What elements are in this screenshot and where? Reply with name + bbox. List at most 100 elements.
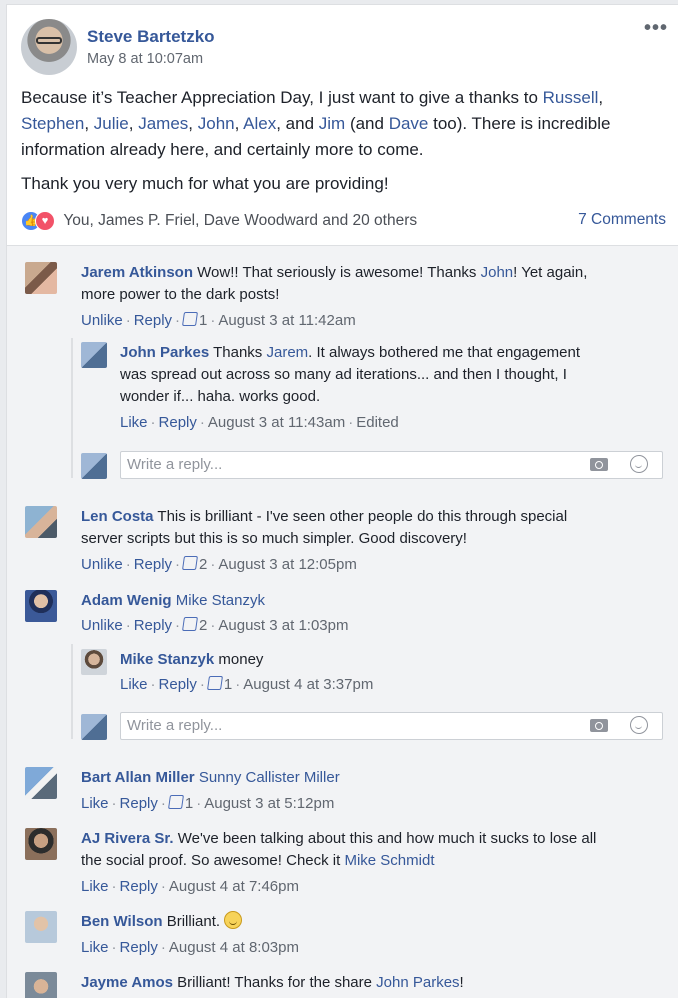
comment-timestamp[interactable]: August 4 at 8:03pm bbox=[169, 939, 299, 956]
mention-alex[interactable]: Alex bbox=[243, 114, 276, 133]
camera-icon[interactable] bbox=[590, 719, 608, 732]
edited-label[interactable]: Edited bbox=[356, 414, 399, 431]
reply-button[interactable]: Reply bbox=[134, 617, 172, 634]
like-count[interactable]: 1 bbox=[185, 795, 193, 812]
comment-text-line: was spread out across so many ad iterati… bbox=[120, 366, 567, 383]
comment-actions: Unlike · Reply · 2 · August 3 at 1:03pm bbox=[81, 617, 349, 634]
mention-dave[interactable]: Dave bbox=[389, 114, 429, 133]
commenter-avatar[interactable] bbox=[25, 262, 57, 294]
comment-timestamp[interactable]: August 3 at 1:03pm bbox=[218, 617, 348, 634]
comment-mention[interactable]: John Parkes bbox=[376, 974, 459, 991]
post-body: Because it’s Teacher Appreciation Day, I… bbox=[21, 85, 666, 205]
comment-timestamp[interactable]: August 3 at 5:12pm bbox=[204, 795, 334, 812]
like-button[interactable]: Like bbox=[120, 676, 148, 693]
author-name[interactable]: Steve Bartetzko bbox=[87, 27, 215, 47]
commenter-name[interactable]: John Parkes bbox=[120, 344, 209, 361]
commenter-name[interactable]: Adam Wenig bbox=[81, 592, 172, 609]
comment-mention[interactable]: Mike Schmidt bbox=[344, 852, 434, 869]
like-button[interactable]: Like bbox=[81, 795, 109, 812]
author-avatar[interactable] bbox=[21, 19, 77, 75]
my-avatar bbox=[81, 714, 107, 740]
mention-julie[interactable]: Julie bbox=[94, 114, 129, 133]
comment-timestamp[interactable]: August 4 at 3:37pm bbox=[243, 676, 373, 693]
commenter-name[interactable]: AJ Rivera Sr. bbox=[81, 830, 174, 847]
commenter-name[interactable]: Bart Allan Miller bbox=[81, 769, 195, 786]
comment-mention[interactable]: Jarem bbox=[266, 344, 308, 361]
commenter-avatar[interactable] bbox=[25, 590, 57, 622]
reply-button[interactable]: Reply bbox=[120, 939, 158, 956]
post-card: Steve Bartetzko May 8 at 10:07am ••• Bec… bbox=[6, 4, 678, 998]
like-count-icon bbox=[182, 617, 199, 631]
comment-text: Mike Stanzyk money bbox=[120, 651, 264, 668]
comment-text: Ben Wilson Brilliant. bbox=[81, 911, 243, 933]
unlike-button[interactable]: Unlike bbox=[81, 312, 123, 329]
comment-text-line: wonder if... haha. works good. bbox=[120, 388, 321, 405]
commenter-name[interactable]: Len Costa bbox=[81, 508, 154, 525]
comment-text: Adam Wenig Mike Stanzyk bbox=[81, 590, 265, 612]
commenter-avatar[interactable] bbox=[81, 649, 107, 675]
mention-james[interactable]: James bbox=[138, 114, 188, 133]
reply-button[interactable]: Reply bbox=[120, 878, 158, 895]
comment-timestamp[interactable]: August 4 at 7:46pm bbox=[169, 878, 299, 895]
like-count[interactable]: 1 bbox=[224, 676, 232, 693]
my-avatar bbox=[81, 453, 107, 479]
like-button[interactable]: Like bbox=[120, 414, 148, 431]
commenter-name[interactable]: Jarem Atkinson bbox=[81, 264, 193, 281]
reply-box bbox=[120, 712, 663, 740]
like-button[interactable]: Like bbox=[81, 878, 109, 895]
comment-actions: Like · Reply · 1 · August 3 at 5:12pm bbox=[81, 795, 335, 812]
comment-text: AJ Rivera Sr. We've been talking about t… bbox=[81, 830, 597, 847]
emoji-icon[interactable] bbox=[630, 716, 648, 734]
reply-button[interactable]: Reply bbox=[159, 676, 197, 693]
commenter-avatar[interactable] bbox=[25, 972, 57, 998]
commenter-name[interactable]: Jayme Amos bbox=[81, 974, 173, 991]
mention-russell[interactable]: Russell bbox=[543, 88, 599, 107]
comment-actions: Unlike · Reply · 1 · August 3 at 11:42am bbox=[81, 312, 356, 329]
comment-mention[interactable]: Mike Stanzyk bbox=[176, 592, 265, 609]
comment-timestamp[interactable]: August 3 at 11:43am bbox=[208, 414, 345, 431]
reply-input[interactable] bbox=[127, 456, 527, 473]
mention-john[interactable]: John bbox=[198, 114, 235, 133]
comment-mention[interactable]: John bbox=[481, 264, 514, 281]
comment-timestamp[interactable]: August 3 at 11:42am bbox=[218, 312, 355, 329]
reactions-summary[interactable]: You, James P. Friel, Dave Woodward and 2… bbox=[63, 212, 417, 229]
more-options-icon[interactable]: ••• bbox=[644, 17, 668, 40]
unlike-button[interactable]: Unlike bbox=[81, 556, 123, 573]
reactions-bar: 👍 ♥ You, James P. Friel, Dave Woodward an… bbox=[21, 211, 666, 233]
like-count-icon bbox=[182, 312, 199, 326]
like-button[interactable]: Like bbox=[81, 939, 109, 956]
commenter-avatar[interactable] bbox=[81, 342, 107, 368]
mention-stephen[interactable]: Stephen bbox=[21, 114, 84, 133]
comment-text: Jarem Atkinson Wow!! That seriously is a… bbox=[81, 264, 588, 281]
comment-actions: Like · Reply · August 3 at 11:43am · Edited bbox=[120, 414, 399, 431]
reply-button[interactable]: Reply bbox=[134, 556, 172, 573]
reply-button[interactable]: Reply bbox=[134, 312, 172, 329]
emoji-icon[interactable] bbox=[630, 455, 648, 473]
love-reaction-icon: ♥ bbox=[35, 211, 55, 231]
reply-thread-line bbox=[71, 644, 73, 739]
mention-jim[interactable]: Jim bbox=[319, 114, 345, 133]
commenter-avatar[interactable] bbox=[25, 911, 57, 943]
comment-actions: Like · Reply · 1 · August 4 at 3:37pm bbox=[120, 676, 374, 693]
reply-input[interactable] bbox=[127, 717, 527, 734]
commenter-name[interactable]: Mike Stanzyk bbox=[120, 651, 214, 668]
commenter-avatar[interactable] bbox=[25, 828, 57, 860]
comment-text: Bart Allan Miller Sunny Callister Miller bbox=[81, 767, 340, 789]
commenter-name[interactable]: Ben Wilson bbox=[81, 913, 163, 930]
comment-text-line: more power to the dark posts! bbox=[81, 286, 280, 303]
camera-icon[interactable] bbox=[590, 458, 608, 471]
comment-actions: Like · Reply · August 4 at 8:03pm bbox=[81, 939, 299, 956]
comment-timestamp[interactable]: August 3 at 12:05pm bbox=[218, 556, 356, 573]
comment-text-line: the social proof. So awesome! Check it M… bbox=[81, 852, 435, 869]
unlike-button[interactable]: Unlike bbox=[81, 617, 123, 634]
comment-text-line: server scripts but this is so much simpl… bbox=[81, 530, 467, 547]
reply-button[interactable]: Reply bbox=[159, 414, 197, 431]
commenter-avatar[interactable] bbox=[25, 506, 57, 538]
reply-thread-line bbox=[71, 338, 73, 478]
reply-button[interactable]: Reply bbox=[120, 795, 158, 812]
comment-mention[interactable]: Sunny Callister Miller bbox=[199, 769, 340, 786]
comments-count-link[interactable]: 7 Comments bbox=[578, 211, 666, 229]
comment-actions: Unlike · Reply · 2 · August 3 at 12:05pm bbox=[81, 556, 357, 573]
post-timestamp[interactable]: May 8 at 10:07am bbox=[87, 51, 203, 67]
commenter-avatar[interactable] bbox=[25, 767, 57, 799]
